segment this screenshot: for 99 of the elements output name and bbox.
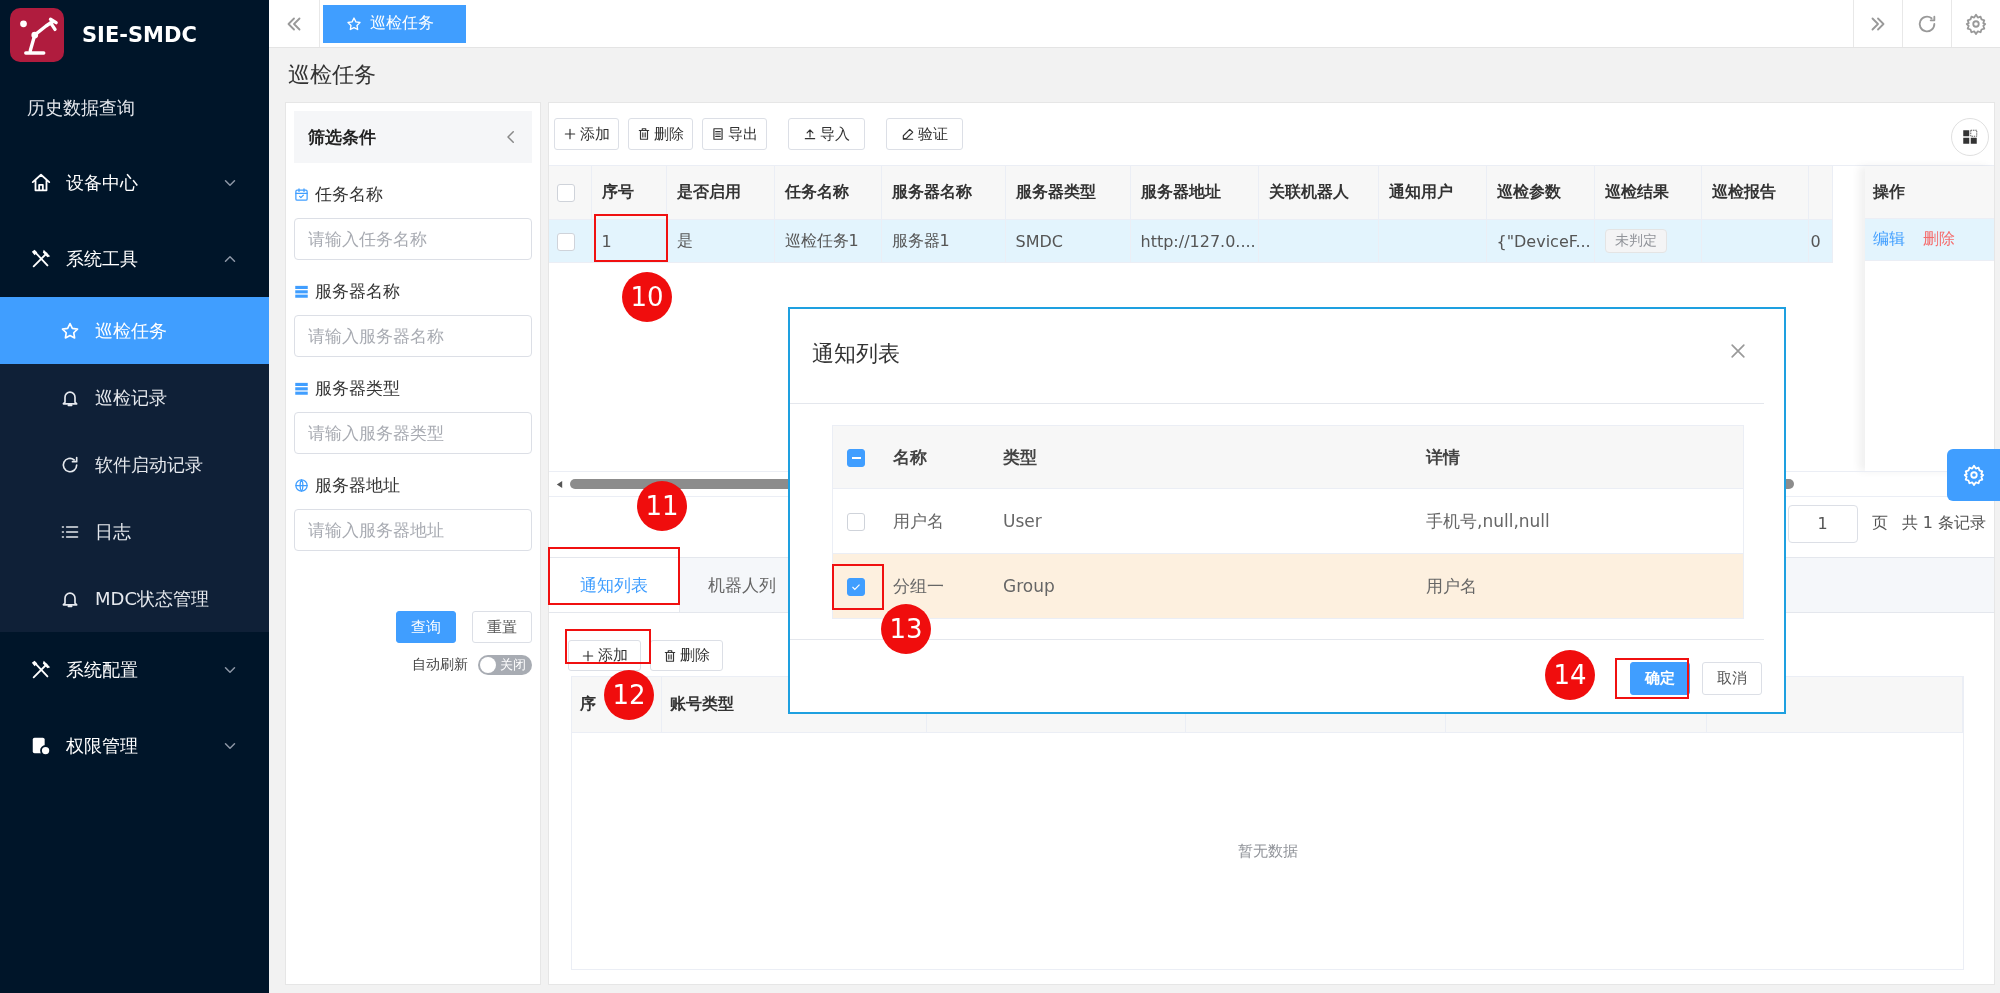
column-header: 类型 [1003,446,1037,467]
add-button[interactable]: 添加 [568,640,641,671]
export-button[interactable]: 导出 [702,118,767,150]
import-button[interactable]: 导入 [788,118,865,150]
table-row[interactable]: 1 是 巡检任务1 服务器1 SMDC http://127.0.... {"DeviceF... 未判定 0 [549,219,1832,263]
menu-group[interactable]: 权限管理 [0,708,269,784]
column-header: 关联机器人 [1258,166,1378,220]
checkbox[interactable] [557,184,575,203]
input-field[interactable]: 请输入服务器类型 [294,412,532,454]
column-header: 巡检参数 [1486,166,1594,220]
close-icon[interactable] [1728,341,1748,361]
verify-button[interactable]: 验证 [886,118,963,150]
star-icon [60,320,80,341]
table-cell: 0 [1810,231,1821,251]
menu-item[interactable]: 日志 [0,498,269,565]
column-header: 是否启用 [666,166,774,220]
refresh-icon [60,454,80,475]
delete-button[interactable]: 删除 [650,640,723,671]
table-cell: 是 [676,230,693,250]
table-cell: {"DeviceF... [1496,231,1591,251]
server-icon [294,381,309,396]
column-header: 序号 [591,166,666,220]
column-header: 服务器地址 [1130,166,1258,220]
filter-title: 筛选条件 [308,125,376,149]
column-header: 任务名称 [774,166,881,220]
field-label: 服务器名称 [315,280,400,303]
server-icon [294,284,309,299]
settings-icon [1965,12,1987,35]
tools-icon [30,248,52,270]
reset-button[interactable]: 重置 [472,611,532,643]
status-tag: 未判定 [1604,229,1667,253]
plus-icon [563,127,577,141]
menu-group[interactable]: 系统工具 [0,221,269,297]
home-icon [30,172,52,194]
upload-icon [803,127,817,141]
menu-group[interactable]: 系统配置 [0,632,269,708]
empty-message: 暂无数据 [1237,841,1298,861]
table-cell: Group [1003,576,1055,596]
field-label: 服务器地址 [315,474,400,497]
table-cell: 1 [601,231,612,251]
trash-icon [637,127,651,141]
column-header: 详情 [1426,446,1460,467]
table-cell: 用户名 [893,510,944,531]
checkbox[interactable] [847,578,865,596]
input-field[interactable]: 请输入任务名称 [294,218,532,260]
badge-icon [30,735,52,757]
column-header: 服务器名称 [881,166,1005,220]
total-count: 共 1 条记录 [1901,513,1986,534]
column-header: 服务器类型 [1005,166,1130,220]
grid-icon [1961,128,1979,146]
settings-icon [1962,464,1985,486]
menu-item[interactable]: 历史数据查询 [0,70,269,145]
column-header: 通知用户 [1378,166,1486,220]
highlight-box [832,564,884,610]
robot-arm-logo [10,8,64,62]
table-cell: 分组一 [893,575,944,596]
table-cell: 用户名 [1426,575,1477,596]
globe-icon [294,478,309,493]
calendar-icon [294,187,309,202]
menu-item[interactable]: 巡检记录 [0,364,269,431]
checkbox[interactable] [557,232,575,251]
document-icon [711,127,725,141]
settings-button[interactable] [1947,449,2000,501]
table-cell: 手机号,null,null [1426,510,1550,531]
scroll-left-arrow-icon [555,478,564,490]
pencil-icon [901,127,915,141]
add-button[interactable]: 添加 [554,118,619,150]
table-row[interactable]: 分组一 Group 用户名 [833,554,1743,618]
column-header: 巡检结果 [1594,166,1701,220]
app-title: SIE-SMDC [82,23,197,47]
tools-icon [30,659,52,681]
delete-button[interactable]: 删除 [628,118,693,150]
menu-item[interactable]: 软件启动记录 [0,431,269,498]
cancel-button[interactable]: 取消 [1702,662,1762,695]
page-label: 页 [1871,513,1888,534]
input-field[interactable]: 请输入服务器名称 [294,315,532,357]
page-title: 巡检任务 [288,61,376,89]
page-input[interactable]: 1 [1787,504,1858,543]
field-label: 任务名称 [315,183,383,206]
star-icon [346,15,362,32]
field-label: 服务器类型 [315,377,400,400]
column-settings-button[interactable] [1951,118,1989,156]
table-cell: SMDC [1015,231,1063,251]
table-cell: http://127.0.... [1140,231,1256,251]
column-header: 操作 [1865,166,1994,219]
table-cell: 巡检任务1 [784,230,859,250]
plus-icon [581,648,595,663]
dialog-title: 通知列表 [812,340,900,368]
column-header: 名称 [893,446,927,467]
toggle-label: 自动刷新 [412,656,468,674]
checkbox[interactable] [847,513,865,531]
menu-group[interactable]: 设备中心 [0,145,269,221]
table-cell: 服务器1 [891,230,950,250]
table-cell: User [1003,511,1042,531]
trash-icon [663,648,677,663]
column-header: 巡检报告 [1701,166,1808,220]
select-all-checkbox[interactable] [847,449,865,467]
menu-item[interactable]: MDC状态管理 [0,565,269,632]
input-field[interactable]: 请输入服务器地址 [294,509,532,551]
